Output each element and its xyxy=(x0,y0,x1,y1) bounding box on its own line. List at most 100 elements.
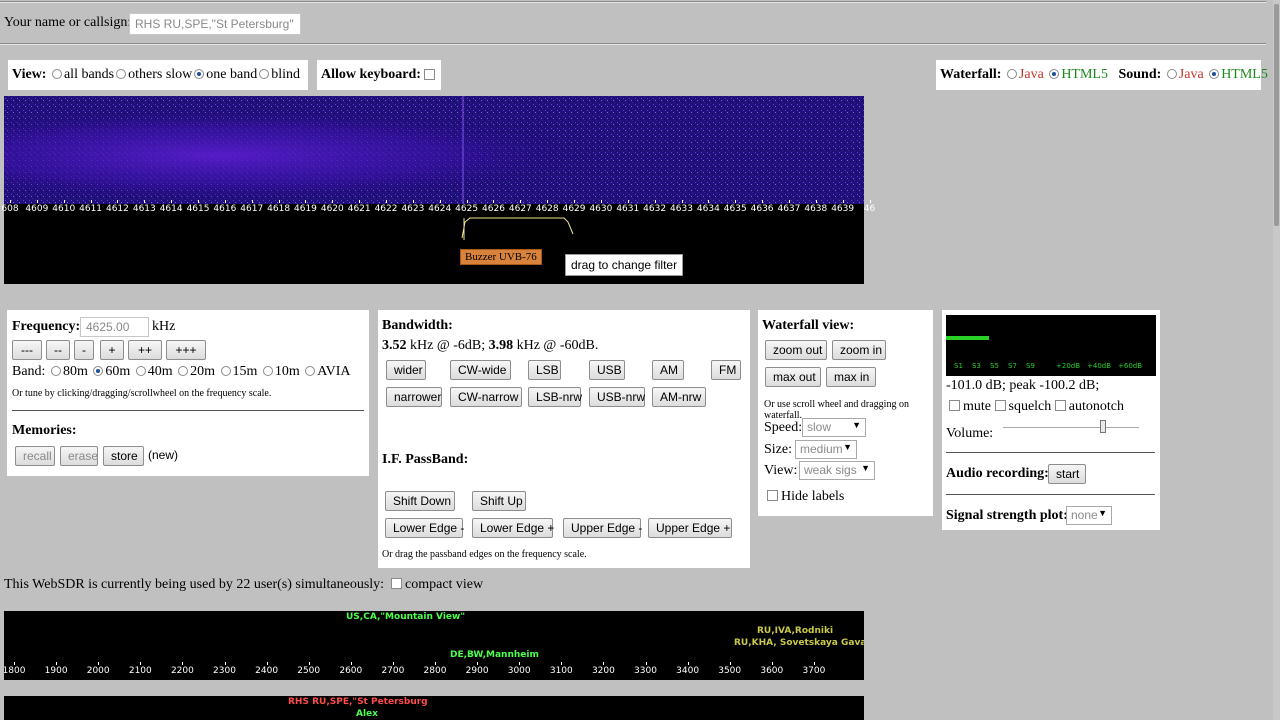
frequency-tick-mark xyxy=(735,200,737,203)
zoom-in-button[interactable]: zoom in xyxy=(832,340,886,360)
band-label: Band: xyxy=(12,364,46,379)
bandwidth-label: Bandwidth: xyxy=(382,318,453,333)
divider xyxy=(12,410,364,411)
frequency-tick-mark xyxy=(36,200,38,203)
view-option-others-slow[interactable]: others slow xyxy=(114,67,192,82)
store-button[interactable]: store xyxy=(103,446,144,466)
smeter-scale-label: +20dB xyxy=(1056,362,1081,370)
overview-tick-mark xyxy=(561,662,563,665)
waterfall-java-option[interactable]: Java xyxy=(1005,67,1044,82)
overview-tick-mark xyxy=(266,662,268,665)
compact-view-toggle[interactable]: compact view xyxy=(391,577,483,593)
volume-slider[interactable] xyxy=(1003,427,1139,428)
user-label[interactable]: RHS RU,SPE,"St Petersburg xyxy=(288,697,428,707)
user-label[interactable]: Alex xyxy=(356,709,378,719)
radio-icon xyxy=(50,366,61,376)
users-text: This WebSDR is currently being used by 2… xyxy=(4,577,385,592)
band-20m[interactable]: 20m xyxy=(176,364,215,379)
frequency-input[interactable]: 4625.00 xyxy=(80,317,149,337)
sound-java-option[interactable]: Java xyxy=(1165,67,1204,82)
user-label[interactable]: RU,KHA, Sovetskaya Gavan' xyxy=(734,638,864,648)
user-label[interactable]: RU,IVA,Rodniki xyxy=(757,626,833,636)
station-label[interactable]: Buzzer UVB-76 xyxy=(460,249,542,265)
frequency-tick-mark xyxy=(251,200,253,203)
band-overview[interactable]: US,CA,"Mountain View" DE,BW,Mannheim RU,… xyxy=(4,611,864,680)
autonotch-toggle[interactable]: autonotch xyxy=(1054,399,1124,414)
frequency-tick-mark xyxy=(10,200,11,203)
shift-up-button[interactable]: Shift Up xyxy=(472,491,526,511)
band-avia[interactable]: AVIA xyxy=(303,364,351,379)
view-option-all-bands[interactable]: all bands xyxy=(50,67,114,82)
step-down-3-button[interactable]: --- xyxy=(12,340,42,360)
view-option-blind[interactable]: blind xyxy=(257,67,300,82)
upper-edge-plus-button[interactable]: Upper Edge + xyxy=(648,518,732,538)
size-select[interactable]: medium ▼ xyxy=(795,440,857,459)
step-up-2-button[interactable]: ++ xyxy=(128,340,162,360)
max-out-button[interactable]: max out xyxy=(765,367,821,387)
view-select[interactable]: weak sigs ▼ xyxy=(799,461,875,480)
erase-button[interactable]: erase xyxy=(60,446,98,466)
speed-select[interactable]: slow ▼ xyxy=(802,418,866,437)
band-10m[interactable]: 10m xyxy=(261,364,300,379)
band-40m[interactable]: 40m xyxy=(134,364,173,379)
max-in-button[interactable]: max in xyxy=(826,367,876,387)
keyboard-checkbox[interactable] xyxy=(424,69,435,80)
frequency-tick-mark xyxy=(332,200,334,203)
lower-edge-plus-button[interactable]: Lower Edge + xyxy=(472,518,554,538)
radio-icon xyxy=(51,69,62,79)
radio-icon xyxy=(259,69,270,79)
checkbox-icon xyxy=(1054,400,1066,411)
am-button[interactable]: AM xyxy=(652,360,684,380)
hide-labels-toggle[interactable]: Hide labels xyxy=(767,489,844,505)
overview-tick-mark xyxy=(308,662,310,665)
am-narrow-button[interactable]: AM-nrw xyxy=(652,387,706,407)
volume-slider-handle[interactable] xyxy=(1100,420,1106,433)
page-scrollbar[interactable] xyxy=(1273,0,1280,720)
waterfall-display[interactable]: 608 4609 4610 4611 4612 4613 4614 4615 4616 4617 4… xyxy=(1,96,875,284)
recall-button[interactable]: recall xyxy=(15,446,55,466)
keyboard-label: Allow keyboard: xyxy=(321,67,421,82)
lsb-narrow-button[interactable]: LSB-nrw xyxy=(528,387,582,407)
band-overview-2[interactable]: RHS RU,SPE,"St Petersburg Alex xyxy=(4,696,864,720)
user-label[interactable]: DE,BW,Mannheim xyxy=(450,650,539,660)
usb-narrow-button[interactable]: USB-nrw xyxy=(589,387,645,407)
passband-hint: Or drag the passband edges on the freque… xyxy=(382,549,587,560)
step-up-1-button[interactable]: + xyxy=(100,340,124,360)
waterfall-html5-option[interactable]: HTML5 xyxy=(1047,67,1108,82)
band-15m[interactable]: 15m xyxy=(219,364,257,379)
plot-select[interactable]: none ▼ xyxy=(1066,506,1112,525)
narrower-button[interactable]: narrower xyxy=(386,387,442,407)
overview-tick-mark xyxy=(645,662,647,665)
scrollbar-thumb[interactable] xyxy=(1274,4,1279,226)
overview-tick-mark xyxy=(14,662,15,665)
step-down-1-button[interactable]: - xyxy=(74,340,94,360)
frequency-tick-mark xyxy=(198,200,200,203)
step-up-3-button[interactable]: +++ xyxy=(166,340,206,360)
cw-wide-button[interactable]: CW-wide xyxy=(450,360,511,380)
lower-edge-minus-button[interactable]: Lower Edge - xyxy=(385,518,464,538)
frequency-tick-mark xyxy=(171,200,173,203)
band-60m[interactable]: 60m xyxy=(91,364,130,379)
callsign-input[interactable]: RHS RU,SPE,"St Petersburg" xyxy=(129,13,301,35)
shift-down-button[interactable]: Shift Down xyxy=(385,491,455,511)
sound-html5-option[interactable]: HTML5 xyxy=(1207,67,1268,82)
frequency-tick-label: 4639 xyxy=(831,204,855,214)
passband-filter[interactable] xyxy=(4,216,864,256)
cw-narrow-button[interactable]: CW-narrow xyxy=(450,387,522,407)
record-start-button[interactable]: start xyxy=(1048,464,1086,484)
fm-button[interactable]: FM xyxy=(711,360,741,380)
view-option-one-band[interactable]: one band xyxy=(192,67,257,82)
usb-button[interactable]: USB xyxy=(589,360,625,380)
radio-icon xyxy=(178,366,189,376)
passband-label: I.F. PassBand: xyxy=(382,452,469,467)
band-80m[interactable]: 80m xyxy=(49,364,88,379)
lsb-button[interactable]: LSB xyxy=(528,360,561,380)
step-down-2-button[interactable]: -- xyxy=(46,340,70,360)
squelch-toggle[interactable]: squelch xyxy=(994,399,1051,414)
upper-edge-minus-button[interactable]: Upper Edge - xyxy=(563,518,642,538)
keyboard-panel: Allow keyboard: xyxy=(317,60,441,90)
wider-button[interactable]: wider xyxy=(386,360,426,380)
mute-toggle[interactable]: mute xyxy=(949,399,991,414)
user-label[interactable]: US,CA,"Mountain View" xyxy=(346,612,465,622)
zoom-out-button[interactable]: zoom out xyxy=(765,340,827,360)
